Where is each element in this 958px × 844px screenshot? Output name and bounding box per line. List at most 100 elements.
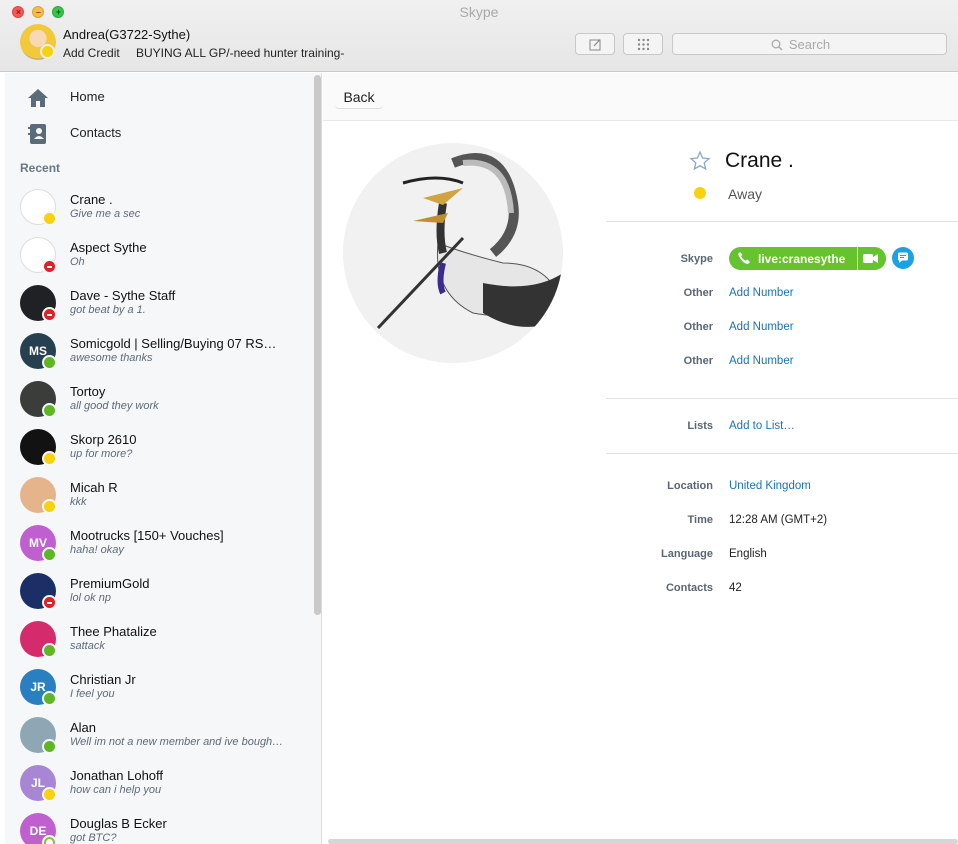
contact-last-message: all good they work — [70, 400, 159, 412]
time-label: Time — [687, 514, 713, 526]
new-conversation-button[interactable] — [575, 33, 615, 55]
sidebar-scrollbar[interactable] — [314, 75, 321, 615]
chat-bubble-icon — [898, 252, 908, 263]
my-status-away-icon — [40, 44, 55, 59]
nav-contacts[interactable]: Contacts — [5, 116, 305, 150]
contact-name: Mootrucks [150+ Vouches] — [70, 528, 224, 543]
search-box[interactable] — [672, 33, 947, 55]
contact-row[interactable]: MV Mootrucks [150+ Vouches] haha! okay — [5, 522, 310, 570]
divider — [606, 398, 958, 399]
phone-label-1: Other — [683, 287, 713, 299]
my-display-name[interactable]: Andrea(G3722-Sythe) — [63, 27, 190, 42]
contact-name: Crane . — [70, 192, 113, 207]
profile-name: Crane . — [725, 149, 794, 172]
contact-name: PremiumGold — [70, 576, 150, 591]
contact-row[interactable]: MS Somicgold | Selling/Buying 07 RS… aweso… — [5, 330, 310, 378]
contact-row[interactable]: JR Christian Jr I feel you — [5, 666, 310, 714]
status-online-icon — [42, 643, 57, 658]
away-status-icon — [694, 187, 706, 199]
status-away-icon — [42, 499, 57, 514]
add-to-list-link[interactable]: Add to List… — [729, 420, 795, 432]
profile-pane: Back Crane . Away Skype live:cranesythe — [323, 73, 958, 844]
window-title: Skype — [459, 4, 499, 20]
add-number-link-1[interactable]: Add Number — [729, 287, 794, 299]
contact-row[interactable]: Dave - Sythe Staff got beat by a 1. — [5, 282, 310, 330]
contact-row[interactable]: Aspect Sythe Oh — [5, 234, 310, 282]
status-online-icon — [42, 403, 57, 418]
compose-icon — [589, 39, 601, 51]
contact-name: Christian Jr — [70, 672, 136, 687]
status-offline-icon — [42, 835, 57, 844]
contact-last-message: Oh — [70, 256, 85, 268]
status-away-icon — [42, 451, 57, 466]
dialpad-button[interactable] — [623, 33, 663, 55]
contact-row[interactable]: Skorp 2610 up for more? — [5, 426, 310, 474]
profile-picture — [343, 143, 563, 363]
profile-status: Away — [728, 186, 762, 202]
contact-last-message: kkk — [70, 496, 87, 508]
contact-last-message: got BTC? — [70, 832, 117, 844]
pill-separator — [857, 247, 858, 270]
status-online-icon — [42, 691, 57, 706]
contact-name: Somicgold | Selling/Buying 07 RS… — [70, 336, 277, 351]
contact-last-message: I feel you — [70, 688, 115, 700]
status-dnd-icon — [42, 595, 57, 610]
contact-name: Alan — [70, 720, 97, 735]
contact-last-message: sattack — [70, 640, 105, 652]
my-avatar[interactable] — [20, 24, 56, 60]
video-call-icon[interactable] — [863, 253, 878, 264]
dialpad-icon — [637, 38, 650, 51]
contact-name: Aspect Sythe — [70, 240, 147, 255]
horizontal-scrollbar[interactable] — [328, 839, 958, 844]
my-mood-message[interactable]: BUYING ALL GP/-need hunter training- — [136, 46, 344, 60]
time-value: 12:28 AM (GMT+2) — [729, 514, 828, 526]
chat-button[interactable] — [892, 247, 914, 269]
contacts-book-icon — [28, 124, 46, 144]
status-online-icon — [42, 547, 57, 562]
contacts-count-value: 42 — [729, 582, 742, 594]
favorite-star-icon[interactable] — [689, 150, 711, 172]
add-credit-link[interactable]: Add Credit — [63, 46, 120, 60]
contact-name: Tortoy — [70, 384, 106, 399]
contacts-count-label: Contacts — [665, 582, 713, 594]
contact-row[interactable]: Alan Well im not a new member and ive bou… — [5, 714, 310, 762]
search-input[interactable] — [673, 34, 946, 54]
nav-home-label: Home — [70, 89, 105, 104]
contact-name: Skorp 2610 — [70, 432, 137, 447]
add-number-link-2[interactable]: Add Number — [729, 321, 794, 333]
divider — [606, 221, 958, 222]
contact-last-message: how can i help you — [70, 784, 162, 796]
status-online-icon — [42, 355, 57, 370]
contact-row[interactable]: PremiumGold lol ok np — [5, 570, 310, 618]
phone-label-3: Other — [683, 355, 713, 367]
contact-name: Jonathan Lohoff — [70, 768, 164, 783]
contact-row[interactable]: Micah Rkkk — [5, 474, 310, 522]
divider — [606, 453, 958, 454]
skype-label: Skype — [680, 253, 713, 265]
contact-name: Micah R — [70, 480, 118, 495]
contact-last-message: up for more? — [70, 448, 133, 460]
nav-home[interactable]: Home — [5, 80, 305, 114]
language-value: English — [729, 548, 767, 560]
phone-icon[interactable] — [737, 251, 751, 265]
status-dnd-icon — [42, 259, 57, 274]
phone-label-2: Other — [683, 321, 713, 333]
contact-row[interactable]: Thee Phatalize sattack — [5, 618, 310, 666]
recent-header: Recent — [20, 161, 61, 175]
status-dnd-icon — [42, 307, 57, 322]
back-bar: Back — [323, 73, 958, 121]
contact-last-message: awesome thanks — [70, 352, 153, 364]
status-online-icon — [42, 739, 57, 754]
contact-row[interactable]: Tortoy all good they work — [5, 378, 310, 426]
contact-last-message: got beat by a 1. — [70, 304, 146, 316]
back-button[interactable]: Back — [335, 85, 383, 109]
add-number-link-3[interactable]: Add Number — [729, 355, 794, 367]
contact-row[interactable]: JL Jonathan Lohoff how can i help you — [5, 762, 310, 810]
skype-call-pill[interactable]: live:cranesythe — [729, 247, 886, 270]
location-link[interactable]: United Kingdom — [729, 480, 811, 492]
contact-row[interactable]: DE Douglas B Ecker got BTC? — [5, 810, 310, 844]
contact-row[interactable]: Crane . Give me a sec — [5, 186, 310, 234]
contact-last-message: Well im not a new member and ive bough… — [70, 736, 284, 748]
skype-id[interactable]: live:cranesythe — [758, 252, 845, 266]
title-bar: × – + Skype Andrea(G3722-Sythe) Add Cred… — [0, 0, 958, 72]
